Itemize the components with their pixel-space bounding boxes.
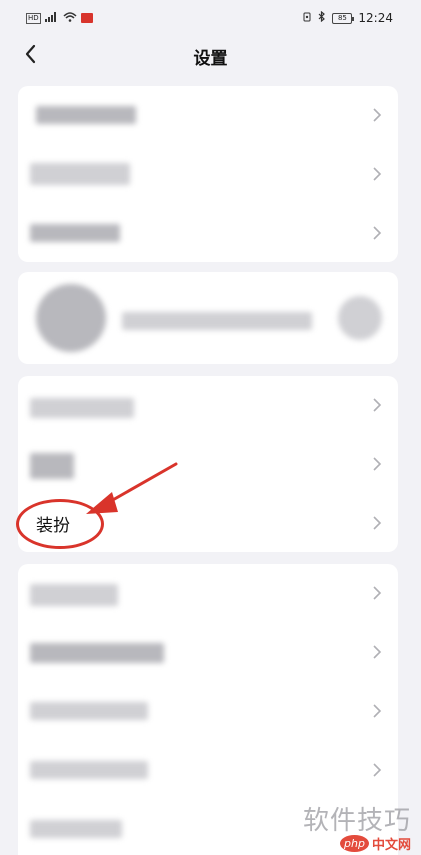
bluetooth-icon	[318, 10, 326, 25]
blurred-label	[30, 584, 118, 606]
blurred-label	[30, 224, 120, 242]
blurred-label	[30, 820, 122, 838]
nav-bar: 设置	[0, 36, 421, 72]
settings-card-1	[18, 86, 398, 262]
blurred-label	[30, 643, 164, 663]
vibrate-icon	[302, 11, 312, 25]
blurred-label	[30, 761, 148, 779]
settings-row-blurred[interactable]	[18, 623, 398, 681]
status-right: 85 12:24	[302, 10, 393, 25]
chevron-right-icon	[373, 167, 382, 181]
blurred-label	[30, 702, 148, 720]
blurred-label	[30, 163, 130, 185]
status-bar: HD 85 12:24	[0, 0, 421, 36]
wifi-icon	[63, 11, 77, 25]
signal-icon	[44, 11, 59, 25]
chevron-right-icon	[373, 398, 382, 412]
blurred-label	[30, 453, 74, 479]
chevron-right-icon	[373, 108, 382, 122]
settings-row-blurred[interactable]	[18, 86, 398, 144]
chevron-right-icon	[373, 516, 382, 530]
watermark-php-logo: php	[340, 835, 369, 852]
notification-app-icon	[80, 13, 93, 23]
settings-row-blurred[interactable]	[18, 376, 398, 434]
chevron-right-icon	[373, 704, 382, 718]
blurred-avatar	[36, 284, 106, 352]
settings-card-account[interactable]	[18, 272, 398, 364]
chevron-right-icon	[373, 645, 382, 659]
watermark-badge: php 中文网	[340, 834, 411, 853]
chevron-right-icon	[373, 586, 382, 600]
blurred-label	[36, 106, 136, 124]
battery-icon: 85	[332, 12, 355, 24]
settings-row-blurred[interactable]	[18, 435, 398, 493]
annotation-ellipse	[16, 499, 104, 549]
chevron-right-icon	[373, 226, 382, 240]
hd-badge: HD	[26, 12, 41, 24]
settings-row-blurred[interactable]	[18, 564, 398, 622]
watermark-text: 软件技巧	[302, 806, 411, 836]
watermark-site-name: 中文网	[371, 838, 411, 853]
blurred-label	[30, 398, 134, 418]
blurred-account-icon	[338, 296, 382, 340]
status-time: 12:24	[358, 11, 393, 25]
chevron-right-icon	[373, 763, 382, 777]
status-left: HD	[26, 11, 93, 25]
settings-row-blurred[interactable]	[18, 741, 398, 799]
page-title: 设置	[193, 49, 228, 69]
settings-row-blurred[interactable]	[18, 145, 398, 203]
blurred-account-text	[122, 312, 312, 330]
chevron-right-icon	[373, 457, 382, 471]
settings-row-blurred[interactable]	[18, 682, 398, 740]
settings-row-blurred[interactable]	[18, 204, 398, 262]
